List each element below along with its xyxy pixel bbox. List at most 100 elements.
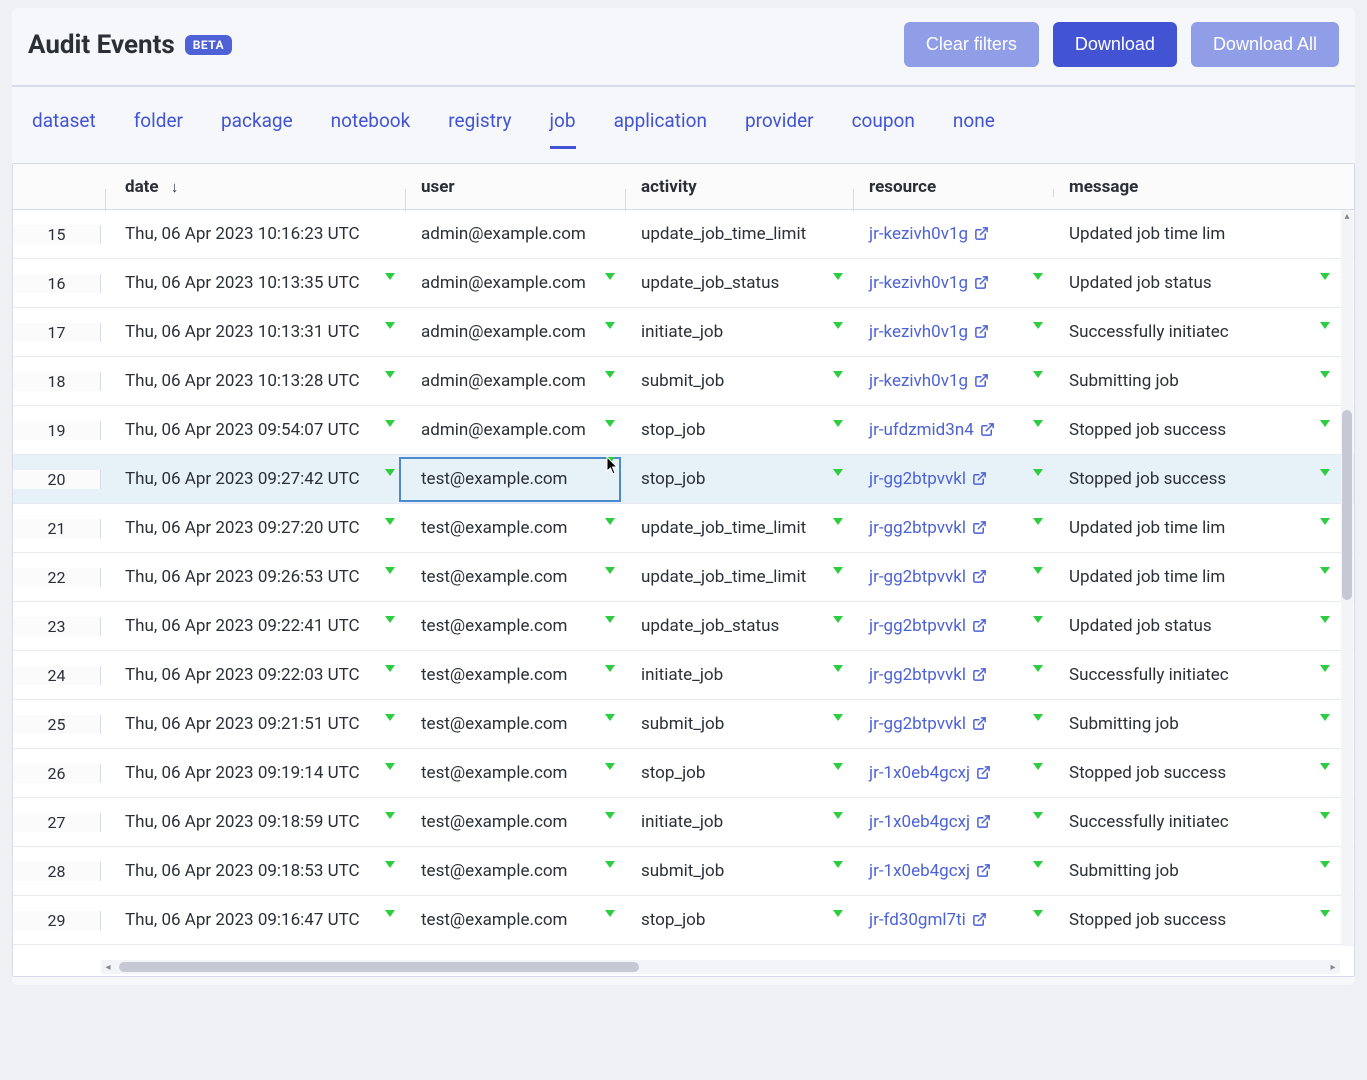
external-link-icon[interactable] xyxy=(976,812,991,832)
filter-marker-icon[interactable] xyxy=(1033,714,1043,721)
filter-marker-icon[interactable] xyxy=(1320,322,1330,329)
filter-marker-icon[interactable] xyxy=(385,861,395,868)
resource-link[interactable]: jr-fd30gml7ti xyxy=(869,910,966,930)
tab-provider[interactable]: provider xyxy=(745,109,814,149)
filter-marker-icon[interactable] xyxy=(385,469,395,476)
resource-link[interactable]: jr-gg2btpvvkl xyxy=(869,665,966,685)
filter-marker-icon[interactable] xyxy=(605,763,615,770)
filter-marker-icon[interactable] xyxy=(605,812,615,819)
tab-job[interactable]: job xyxy=(550,109,576,149)
external-link-icon[interactable] xyxy=(974,273,989,293)
cell-resource-wrap[interactable]: jr-kezivh0v1g xyxy=(849,371,1049,391)
filter-marker-icon[interactable] xyxy=(385,371,395,378)
external-link-icon[interactable] xyxy=(974,371,989,391)
cell-user-wrap[interactable]: test@example.com xyxy=(401,665,621,685)
cell-date-wrap[interactable]: Thu, 06 Apr 2023 09:19:14 UTC xyxy=(101,763,401,783)
cell-resource-wrap[interactable]: jr-gg2btpvvkl xyxy=(849,469,1049,489)
cell-resource-wrap[interactable]: jr-kezivh0v1g xyxy=(849,322,1049,342)
cell-message-wrap[interactable]: Updated job status xyxy=(1049,616,1354,636)
cell-resource-wrap[interactable]: jr-gg2btpvvkl xyxy=(849,567,1049,587)
filter-marker-icon[interactable] xyxy=(1033,371,1043,378)
resource-link[interactable]: jr-gg2btpvvkl xyxy=(869,518,966,538)
cell-date-wrap[interactable]: Thu, 06 Apr 2023 09:26:53 UTC xyxy=(101,567,401,587)
filter-marker-icon[interactable] xyxy=(833,567,843,574)
filter-marker-icon[interactable] xyxy=(385,910,395,917)
cell-date-wrap[interactable]: Thu, 06 Apr 2023 10:13:35 UTC xyxy=(101,273,401,293)
download-button[interactable]: Download xyxy=(1053,22,1177,67)
filter-marker-icon[interactable] xyxy=(1320,812,1330,819)
tab-package[interactable]: package xyxy=(221,109,293,149)
filter-marker-icon[interactable] xyxy=(1033,616,1043,623)
table-row[interactable]: 26Thu, 06 Apr 2023 09:19:14 UTCtest@exam… xyxy=(13,749,1354,798)
filter-marker-icon[interactable] xyxy=(1320,861,1330,868)
filter-marker-icon[interactable] xyxy=(605,420,615,427)
cell-activity-wrap[interactable]: submit_job xyxy=(621,371,849,391)
cell-message-wrap[interactable]: Updated job time lim xyxy=(1049,518,1354,538)
filter-marker-icon[interactable] xyxy=(1320,273,1330,280)
table-row[interactable]: 27Thu, 06 Apr 2023 09:18:59 UTCtest@exam… xyxy=(13,798,1354,847)
horizontal-scroll-thumb[interactable] xyxy=(119,962,639,972)
cell-user-wrap[interactable]: admin@example.com xyxy=(401,224,621,244)
table-row[interactable]: 24Thu, 06 Apr 2023 09:22:03 UTCtest@exam… xyxy=(13,651,1354,700)
cell-user-wrap[interactable]: test@example.com xyxy=(401,567,621,587)
filter-marker-icon[interactable] xyxy=(1033,812,1043,819)
cell-user-wrap[interactable]: admin@example.com xyxy=(401,371,621,391)
cell-message-wrap[interactable]: Successfully initiatec xyxy=(1049,322,1354,342)
cell-activity-wrap[interactable]: stop_job xyxy=(621,763,849,783)
filter-marker-icon[interactable] xyxy=(1320,763,1330,770)
scroll-left-icon[interactable]: ◂ xyxy=(101,962,115,973)
filter-marker-icon[interactable] xyxy=(1320,567,1330,574)
filter-marker-icon[interactable] xyxy=(1320,420,1330,427)
cell-user-wrap[interactable]: test@example.com xyxy=(401,812,621,832)
resource-link[interactable]: jr-kezivh0v1g xyxy=(869,273,968,293)
filter-marker-icon[interactable] xyxy=(605,861,615,868)
tab-dataset[interactable]: dataset xyxy=(32,109,96,149)
external-link-icon[interactable] xyxy=(972,910,987,930)
filter-marker-icon[interactable] xyxy=(833,371,843,378)
horizontal-scroll-track[interactable] xyxy=(115,962,1326,972)
filter-marker-icon[interactable] xyxy=(1320,616,1330,623)
cell-activity-wrap[interactable]: update_job_status xyxy=(621,616,849,636)
external-link-icon[interactable] xyxy=(976,861,991,881)
table-row[interactable]: 22Thu, 06 Apr 2023 09:26:53 UTCtest@exam… xyxy=(13,553,1354,602)
cell-message-wrap[interactable]: Submitting job xyxy=(1049,714,1354,734)
filter-marker-icon[interactable] xyxy=(833,273,843,280)
filter-marker-icon[interactable] xyxy=(385,420,395,427)
resource-link[interactable]: jr-1x0eb4gcxj xyxy=(869,812,970,832)
resource-link[interactable]: jr-1x0eb4gcxj xyxy=(869,763,970,783)
cell-message-wrap[interactable]: Stopped job success xyxy=(1049,910,1354,930)
filter-marker-icon[interactable] xyxy=(1033,420,1043,427)
resource-link[interactable]: jr-kezivh0v1g xyxy=(869,322,968,342)
filter-marker-icon[interactable] xyxy=(385,616,395,623)
table-row[interactable]: 29Thu, 06 Apr 2023 09:16:47 UTCtest@exam… xyxy=(13,896,1354,945)
tab-notebook[interactable]: notebook xyxy=(331,109,411,149)
cell-user-wrap[interactable]: admin@example.com xyxy=(401,420,621,440)
cell-message-wrap[interactable]: Stopped job success xyxy=(1049,763,1354,783)
external-link-icon[interactable] xyxy=(974,224,989,244)
cell-activity-wrap[interactable]: update_job_time_limit xyxy=(621,224,849,244)
resource-link[interactable]: jr-gg2btpvvkl xyxy=(869,469,966,489)
cell-date-wrap[interactable]: Thu, 06 Apr 2023 09:18:59 UTC xyxy=(101,812,401,832)
filter-marker-icon[interactable] xyxy=(833,322,843,329)
cell-resource-wrap[interactable]: jr-1x0eb4gcxj xyxy=(849,763,1049,783)
scroll-up-icon[interactable]: ▴ xyxy=(1341,210,1353,224)
column-header-activity[interactable]: activity xyxy=(621,177,849,197)
cell-resource-wrap[interactable]: jr-kezivh0v1g xyxy=(849,224,1049,244)
filter-marker-icon[interactable] xyxy=(385,567,395,574)
filter-marker-icon[interactable] xyxy=(605,567,615,574)
filter-marker-icon[interactable] xyxy=(833,861,843,868)
column-header-resource[interactable]: resource xyxy=(849,177,1049,197)
cell-message-wrap[interactable]: Submitting job xyxy=(1049,371,1354,391)
filter-marker-icon[interactable] xyxy=(833,763,843,770)
external-link-icon[interactable] xyxy=(972,469,987,489)
cell-user-wrap[interactable]: test@example.com xyxy=(401,457,621,502)
filter-marker-icon[interactable] xyxy=(1033,322,1043,329)
filter-marker-icon[interactable] xyxy=(1033,861,1043,868)
external-link-icon[interactable] xyxy=(972,665,987,685)
horizontal-scrollbar[interactable]: ◂ ▸ xyxy=(101,960,1340,974)
cell-user-wrap[interactable]: admin@example.com xyxy=(401,273,621,293)
table-row[interactable]: 19Thu, 06 Apr 2023 09:54:07 UTCadmin@exa… xyxy=(13,406,1354,455)
resource-link[interactable]: jr-gg2btpvvkl xyxy=(869,616,966,636)
filter-marker-icon[interactable] xyxy=(385,714,395,721)
cell-resource-wrap[interactable]: jr-gg2btpvvkl xyxy=(849,518,1049,538)
